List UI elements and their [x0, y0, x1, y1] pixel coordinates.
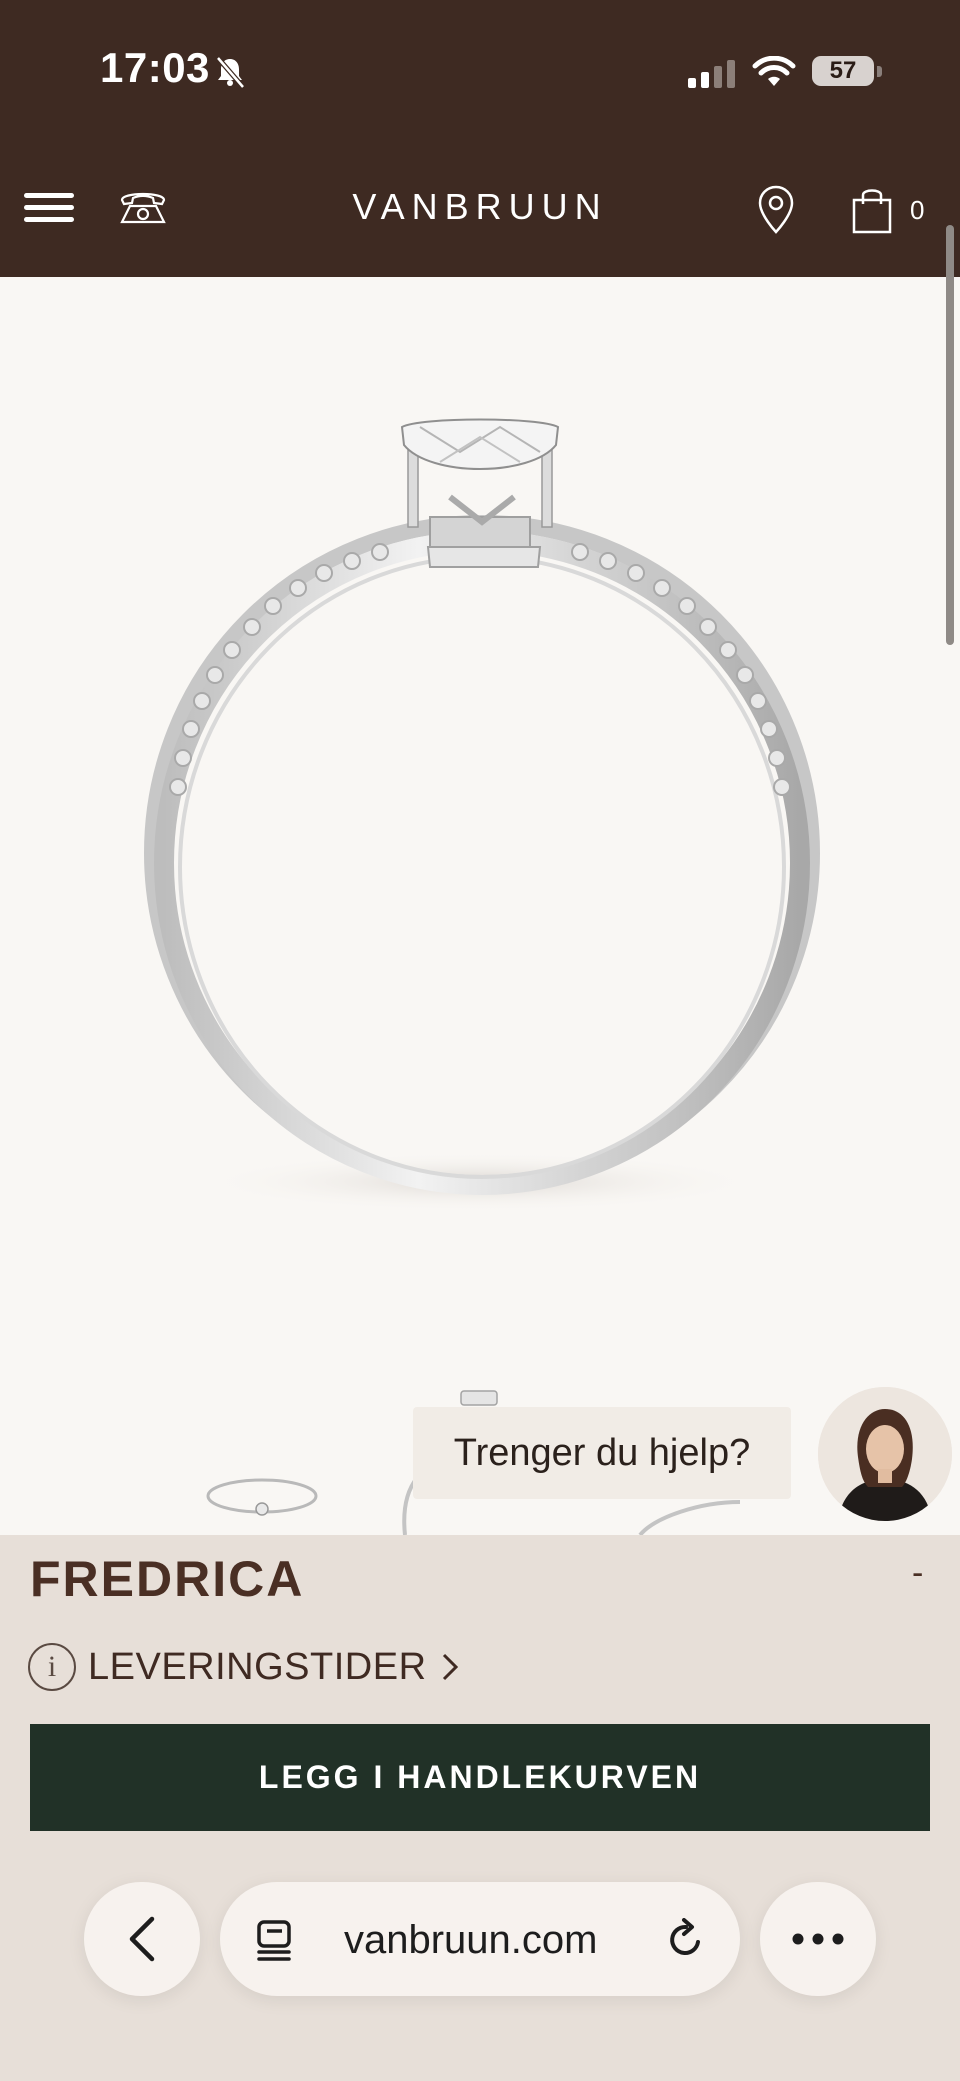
- info-icon: i: [28, 1643, 76, 1691]
- delivery-times-link[interactable]: i LEVERINGSTIDER: [28, 1642, 459, 1692]
- screen: 17:03 57 VANBRUUN 0 Trenger du hjelp? FR…: [0, 0, 960, 2081]
- chat-help-bubble[interactable]: Trenger du hjelp?: [413, 1407, 791, 1499]
- site-header: 17:03 57 VANBRUUN 0: [0, 0, 960, 277]
- location-pin-icon[interactable]: [756, 184, 796, 236]
- signal-icon: [688, 60, 735, 88]
- collapse-toggle[interactable]: -: [912, 1554, 923, 1593]
- cart-count: 0: [910, 195, 925, 225]
- address-bar[interactable]: vanbruun.com: [220, 1882, 740, 1996]
- battery-level: 57: [829, 57, 857, 84]
- agent-portrait: [818, 1387, 952, 1521]
- bell-slash-icon: [216, 56, 245, 89]
- chat-agent-avatar[interactable]: [818, 1387, 952, 1521]
- brand-logo[interactable]: VANBRUUN: [0, 186, 960, 228]
- browser-more-button[interactable]: [760, 1882, 876, 1996]
- tabs-icon: [257, 1920, 291, 1961]
- url-text: vanbruun.com: [344, 1918, 598, 1962]
- shopping-bag-icon[interactable]: [850, 184, 894, 236]
- chevron-right-icon: [442, 1653, 458, 1681]
- wifi-icon: [752, 56, 796, 86]
- reload-icon[interactable]: [664, 1918, 708, 1962]
- add-to-cart-button[interactable]: LEGG I HANDLEKURVEN: [30, 1724, 930, 1831]
- battery-icon: 57: [812, 56, 874, 86]
- product-image-gallery[interactable]: [0, 277, 960, 1537]
- delivery-times-label: LEVERINGSTIDER: [88, 1645, 427, 1688]
- product-title: FREDRICA: [30, 1551, 305, 1607]
- battery-nub: [877, 66, 882, 77]
- ring-image: [144, 418, 820, 1537]
- browser-back-button[interactable]: [84, 1882, 200, 1996]
- status-time: 17:03: [100, 44, 210, 91]
- more-icon: [792, 1933, 844, 1945]
- back-chevron-icon: [129, 1916, 155, 1962]
- page-scrollbar[interactable]: [946, 225, 954, 645]
